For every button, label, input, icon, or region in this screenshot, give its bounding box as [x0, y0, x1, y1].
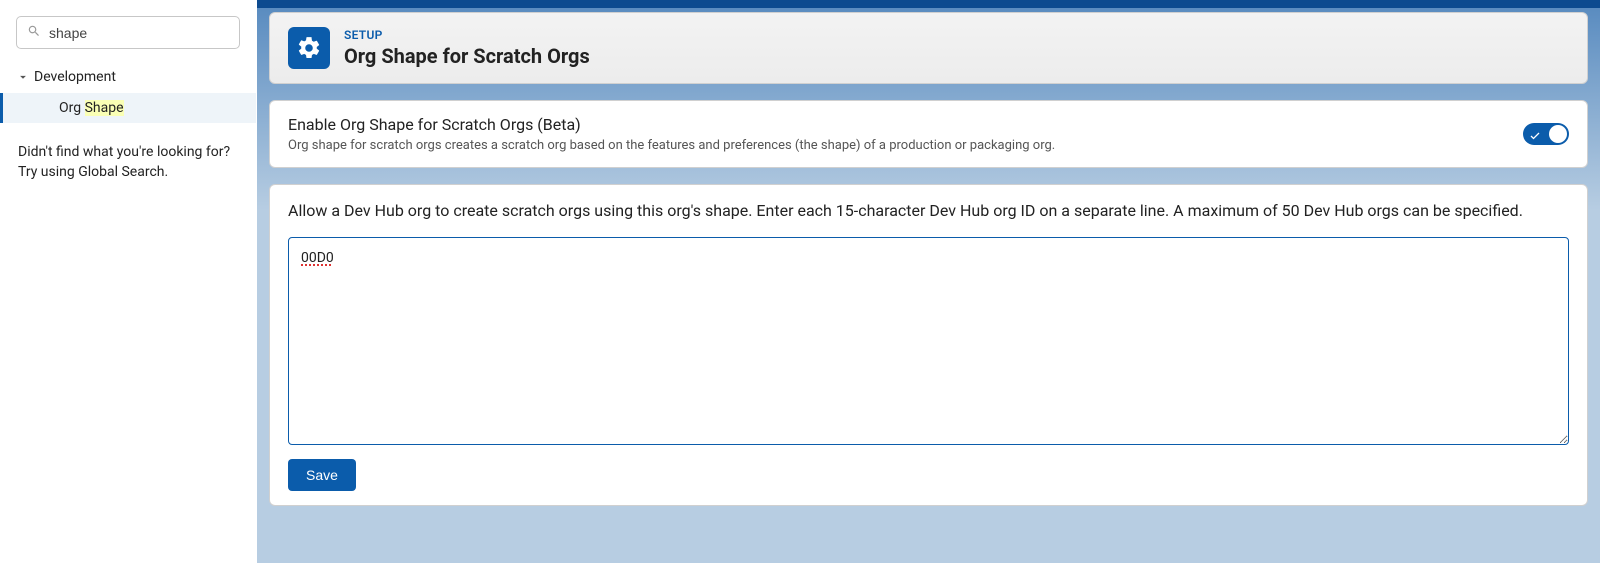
setup-search-field[interactable] [16, 16, 240, 49]
setup-sidebar: Development Org Shape Didn't find what y… [0, 0, 257, 563]
tree-section-label: Development [34, 69, 116, 85]
toggle-knob [1549, 125, 1567, 143]
chevron-down-icon [16, 70, 30, 84]
setup-search-input[interactable] [49, 25, 229, 41]
tree-section-development[interactable]: Development [0, 65, 256, 93]
page-eyebrow: SETUP [344, 28, 590, 42]
devhub-ids-textarea[interactable] [288, 237, 1569, 445]
page-header: SETUP Org Shape for Scratch Orgs [269, 12, 1588, 84]
enable-panel: Enable Org Shape for Scratch Orgs (Beta)… [269, 100, 1588, 168]
tree-item-prefix: Org [59, 100, 85, 116]
check-icon [1529, 127, 1541, 139]
tree-item-highlight: Shape [85, 100, 124, 116]
tree-item-org-shape[interactable]: Org Shape [0, 93, 256, 123]
sidebar-help-line2: Try using Global Search. [18, 163, 238, 183]
search-icon [27, 23, 49, 42]
devhub-instructions: Allow a Dev Hub org to create scratch or… [288, 199, 1569, 223]
enable-description: Org shape for scratch orgs creates a scr… [288, 138, 1055, 153]
save-button[interactable]: Save [288, 459, 356, 491]
enable-title: Enable Org Shape for Scratch Orgs (Beta) [288, 115, 1055, 134]
main-content: SETUP Org Shape for Scratch Orgs Enable … [257, 0, 1600, 563]
gear-icon [288, 27, 330, 69]
enable-toggle[interactable] [1523, 123, 1569, 145]
sidebar-help-line1: Didn't find what you're looking for? [18, 143, 238, 163]
page-title: Org Shape for Scratch Orgs [344, 44, 590, 68]
devhub-panel: Allow a Dev Hub org to create scratch or… [269, 184, 1588, 506]
sidebar-help-text: Didn't find what you're looking for? Try… [0, 123, 256, 202]
